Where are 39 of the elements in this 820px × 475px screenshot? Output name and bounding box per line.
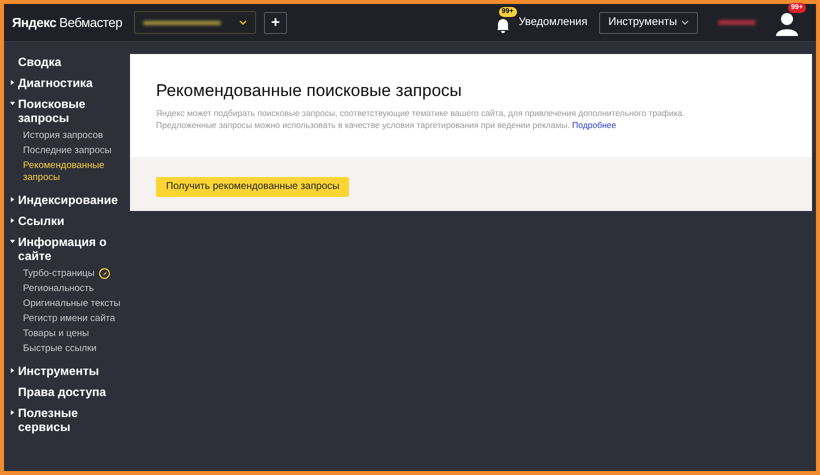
caret-right-icon [10,368,15,373]
card-title: Рекомендованные поисковые запросы [156,80,463,102]
more-link[interactable]: Подробнее [572,120,616,130]
caret-right-icon [10,410,15,415]
logo-text[interactable]: Вебмастер [59,12,122,32]
notifications-link[interactable]: Уведомления [518,14,588,31]
chevron-down-icon [239,20,247,25]
nav-section[interactable]: Инструменты [18,364,118,378]
nav-item[interactable]: Товары и цены [23,328,89,340]
blurred-user-name [718,20,756,25]
nav-section[interactable]: Ссылки [18,214,118,228]
nav-section[interactable]: Сводка [18,55,118,69]
chevron-down-icon [681,20,689,25]
nav-section[interactable]: Полезные сервисы [18,406,118,434]
nav-item[interactable]: Рекомендованные запросы [23,160,122,184]
nav-item[interactable]: Регистр имени сайта [23,312,116,324]
add-site-button[interactable]: + [264,12,287,34]
nav-item[interactable]: Региональность [23,282,94,294]
nav-item[interactable]: Турбо-страницы [23,268,95,280]
nav-section[interactable]: Права доступа [18,385,118,399]
nav-item[interactable]: История запросов [23,130,104,142]
site-select[interactable] [134,11,256,34]
get-queries-button[interactable]: Получить рекомендованные запросы [156,176,350,196]
card-description: Яндекс может подбирать поисковые запросы, соответствующие тематике вашего сайта, для привлечения дополнительного трафика. Предложенные запросы можно использовать в качестве условия таргетирования при ведении рекламы. Подробнее [156,108,686,131]
nav-item[interactable]: Последние запросы [23,144,112,156]
bell-icon[interactable] [494,16,511,32]
nav-item[interactable]: Оригинальные тексты [23,298,120,310]
caret-right-icon [10,218,15,223]
caret-right-icon [10,80,15,85]
logo-text[interactable]: Яндекс [12,12,56,32]
nav-section[interactable]: Диагностика [18,76,118,90]
caret-right-icon [10,197,15,202]
nav-section[interactable]: Поисковые запросы [18,97,118,125]
nav-section[interactable]: Информация о сайте [18,235,118,263]
nav-item[interactable]: Быстрые ссылки [23,342,97,354]
caret-down-icon [10,239,15,244]
caret-down-icon [10,101,15,106]
nav-section[interactable]: Индексирование [18,193,118,207]
tools-button[interactable]: Инструменты [599,12,698,34]
